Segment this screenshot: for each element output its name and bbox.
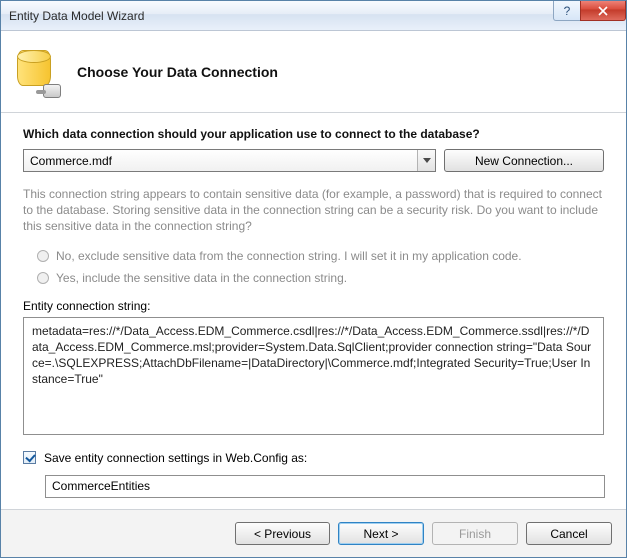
conn-string-textarea[interactable]: metadata=res://*/Data_Access.EDM_Commerc… — [23, 317, 604, 435]
next-button[interactable]: Next > — [338, 522, 424, 545]
conn-string-label: Entity connection string: — [23, 299, 604, 313]
radio-icon — [37, 250, 49, 262]
dropdown-selected: Commerce.mdf — [30, 154, 112, 168]
entities-name-value: CommerceEntities — [52, 479, 150, 493]
titlebar[interactable]: Entity Data Model Wizard ? — [1, 1, 626, 31]
radio-exclude-label: No, exclude sensitive data from the conn… — [56, 249, 522, 263]
help-button[interactable]: ? — [553, 1, 581, 21]
wizard-body: Which data connection should your applic… — [1, 113, 626, 509]
radio-include-label: Yes, include the sensitive data in the c… — [56, 271, 347, 285]
radio-icon — [37, 272, 49, 284]
close-icon — [598, 6, 608, 16]
wizard-window: Entity Data Model Wizard ? Choose Your D… — [0, 0, 627, 558]
radio-exclude-sensitive: No, exclude sensitive data from the conn… — [37, 249, 604, 263]
previous-button[interactable]: < Previous — [235, 522, 330, 545]
question-label: Which data connection should your applic… — [23, 127, 604, 141]
sensitive-data-info: This connection string appears to contai… — [23, 186, 604, 235]
page-title: Choose Your Data Connection — [77, 64, 278, 80]
finish-button: Finish — [432, 522, 518, 545]
wizard-footer: < Previous Next > Finish Cancel — [1, 509, 626, 557]
cancel-button[interactable]: Cancel — [526, 522, 612, 545]
new-connection-button[interactable]: New Connection... — [444, 149, 604, 172]
window-title: Entity Data Model Wizard — [1, 9, 144, 23]
save-settings-checkbox[interactable] — [23, 451, 36, 464]
connection-dropdown[interactable]: Commerce.mdf — [23, 149, 436, 172]
radio-include-sensitive: Yes, include the sensitive data in the c… — [37, 271, 604, 285]
entities-name-input[interactable]: CommerceEntities — [45, 475, 605, 498]
chevron-down-icon — [417, 150, 435, 171]
close-button[interactable] — [580, 1, 626, 21]
database-icon — [13, 48, 61, 96]
save-settings-label: Save entity connection settings in Web.C… — [44, 451, 307, 465]
wizard-header: Choose Your Data Connection — [1, 31, 626, 113]
